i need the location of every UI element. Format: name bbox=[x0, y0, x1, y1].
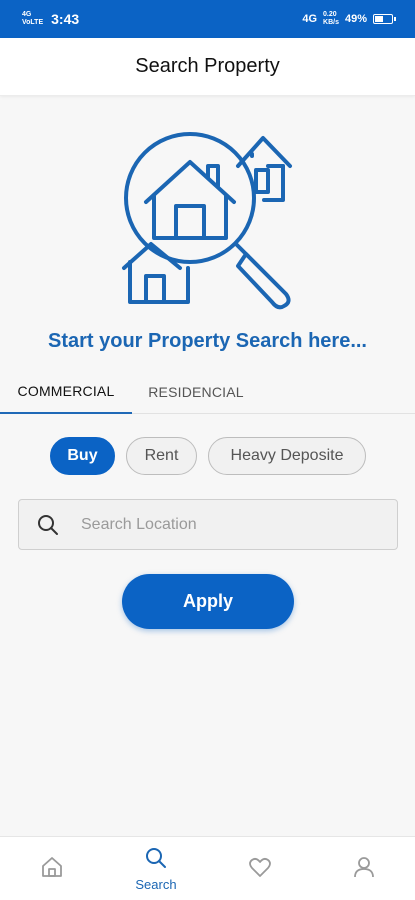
nav-search-label: Search bbox=[135, 877, 177, 892]
status-bar: 4G VoLTE 3:43 4G 0.20 KB/s 49% bbox=[0, 0, 415, 38]
chip-buy[interactable]: Buy bbox=[50, 437, 115, 475]
apply-button[interactable]: Apply bbox=[122, 574, 294, 629]
search-headline: Start your Property Search here... bbox=[47, 330, 367, 352]
nav-home[interactable] bbox=[0, 837, 104, 900]
property-type-tabs: COMMERCIAL RESIDENCIAL bbox=[0, 370, 415, 414]
battery-percent: 49% bbox=[344, 13, 367, 25]
network-indicator: 4G VoLTE bbox=[22, 11, 44, 26]
signal-icon: 4G bbox=[302, 13, 318, 25]
status-time: 3:43 bbox=[51, 11, 80, 27]
status-right: 4G 0.20 KB/s 49% bbox=[302, 11, 396, 27]
battery-fill bbox=[375, 16, 383, 22]
heart-icon bbox=[248, 855, 272, 884]
bottom-navigation: Search bbox=[0, 836, 415, 900]
search-location-input[interactable] bbox=[77, 504, 377, 545]
tab-residencial[interactable]: RESIDENCIAL bbox=[132, 370, 260, 414]
chip-rent[interactable]: Rent bbox=[126, 437, 197, 475]
search-location-box[interactable] bbox=[18, 499, 398, 550]
tab-commercial[interactable]: COMMERCIAL bbox=[0, 370, 132, 414]
page-title: Search Property bbox=[135, 55, 280, 77]
battery-icon bbox=[373, 14, 396, 24]
user-icon bbox=[352, 855, 376, 884]
home-icon bbox=[40, 855, 64, 884]
search-nav-icon bbox=[144, 846, 168, 875]
nav-search[interactable]: Search bbox=[104, 837, 208, 900]
house-search-magnifier-icon bbox=[118, 126, 298, 311]
nav-favorites[interactable] bbox=[208, 837, 312, 900]
search-icon bbox=[19, 499, 77, 550]
status-left: 4G VoLTE 3:43 bbox=[22, 11, 79, 27]
speed-indicator: 0.20 KB/s bbox=[323, 11, 339, 26]
nav-profile[interactable] bbox=[312, 837, 415, 900]
app-header: Search Property bbox=[0, 38, 415, 96]
deal-type-chips: Buy Rent Heavy Deposite bbox=[0, 437, 415, 475]
chip-heavy-deposite[interactable]: Heavy Deposite bbox=[208, 437, 366, 475]
